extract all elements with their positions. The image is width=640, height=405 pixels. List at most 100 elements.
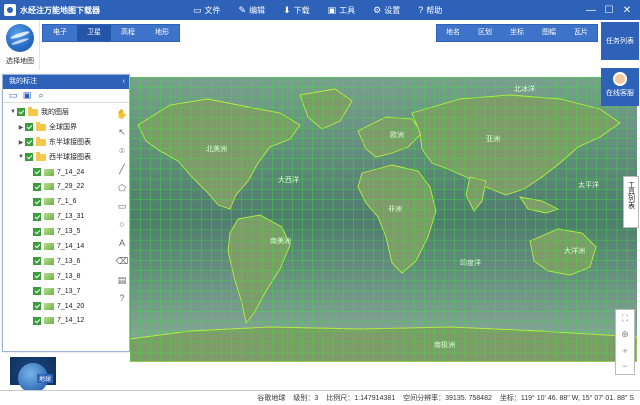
select-arrow-icon[interactable]: ↖ <box>118 123 126 141</box>
zoom-out-icon[interactable]: − <box>622 361 627 371</box>
tree-item-label: 7_13_31 <box>57 213 85 221</box>
tree-layer-row[interactable]: 7_13_5 <box>3 224 111 239</box>
tree-layer-row[interactable]: 7_13_7 <box>3 284 111 299</box>
satellite-world-map[interactable]: 北冰洋 北美洲 欧洲 亚洲 大西洋 太平洋 非洲 南美洲 印度洋 大洋洲 南极洲 <box>130 77 637 362</box>
support-avatar-icon <box>613 72 627 86</box>
help-icon[interactable]: ? <box>119 289 124 307</box>
tree-item-label: 7_13_6 <box>57 257 81 265</box>
layer-checkbox[interactable] <box>33 302 41 311</box>
tree-layer-row[interactable]: 7_14_24 <box>3 165 111 180</box>
tree-layer-row[interactable]: 7_14_14 <box>3 239 111 254</box>
tree-folder-row[interactable]: ▼ 西半球接图表 <box>3 150 111 165</box>
map-tile-icon <box>44 183 54 191</box>
zoom-in-icon[interactable]: + <box>622 346 627 356</box>
layer-checkbox[interactable] <box>33 168 41 176</box>
menu-settings[interactable]: ⚙ 设置 <box>373 0 400 20</box>
tab-elevation[interactable]: 高程 <box>111 25 145 41</box>
tree-layer-row[interactable]: 7_13_8 <box>3 269 111 284</box>
tree-item-label: 7_14_14 <box>57 242 85 250</box>
tab-districts[interactable]: 区划 <box>469 25 501 41</box>
globe-minimap[interactable]: 地球 <box>9 356 57 393</box>
online-service-button[interactable]: 在线客服 <box>601 68 639 106</box>
layer-checkbox[interactable] <box>33 242 41 251</box>
tab-tiles[interactable]: 瓦片 <box>565 25 597 41</box>
text-icon[interactable]: A <box>119 234 125 252</box>
menu-tools[interactable]: ▣ 工具 <box>328 0 356 20</box>
eraser-icon[interactable]: ⌫ <box>116 252 129 270</box>
tab-sheets[interactable]: 图幅 <box>533 25 565 41</box>
tree-layer-row[interactable]: 7_1_6 <box>3 194 111 209</box>
tab-electronic[interactable]: 电子 <box>43 25 77 41</box>
tree-layer-row[interactable]: 7_14_20 <box>3 299 111 314</box>
task-list-button[interactable]: 任务列表 <box>601 22 639 60</box>
tool-list-button[interactable]: 工具列表 <box>623 176 639 228</box>
map-label-antarctica: 南极洲 <box>434 340 455 349</box>
save-icon[interactable]: ▣ <box>20 90 34 101</box>
tab-placenames[interactable]: 地名 <box>437 25 469 41</box>
map-tile-icon <box>44 228 54 236</box>
layer-checkbox[interactable] <box>33 182 41 191</box>
folder-icon <box>36 121 46 131</box>
fullscreen-icon[interactable]: ⛶ <box>622 313 628 324</box>
layer-checkbox[interactable] <box>25 138 33 147</box>
layer-checkbox[interactable] <box>33 212 41 221</box>
maximize-icon[interactable]: ☐ <box>600 5 618 16</box>
layer-checkbox[interactable] <box>25 153 33 162</box>
circle-icon[interactable]: ○ <box>119 215 124 233</box>
menu-file[interactable]: ▭ 文件 <box>193 0 221 20</box>
marker-icon[interactable]: ⌾ <box>119 142 124 160</box>
pan-hand-icon[interactable]: ✋ <box>116 105 127 123</box>
layer-checkbox[interactable] <box>33 272 41 281</box>
close-icon[interactable]: ✕ <box>618 5 636 16</box>
map-selector[interactable]: 选择地图 <box>0 20 40 70</box>
layer-checkbox[interactable] <box>33 316 41 325</box>
tool-list-label: 工具列表 <box>627 181 635 209</box>
tab-terrain[interactable]: 地形 <box>145 25 179 41</box>
expand-down-icon[interactable]: ▼ <box>9 109 17 115</box>
layer-checkbox[interactable] <box>25 123 33 132</box>
title-bar: 水经注万能地图下载器 ▭ 文件 ✎ 编辑 ⬇ 下载 ▣ 工具 ⚙ 设置 ? 帮助 — ☐ ✕ <box>0 0 640 20</box>
status-bar: 谷歌地球 级别：3 比例尺：1:147914381 空间分辨率：39135. 7… <box>0 390 640 405</box>
map-label-arctic: 北冰洋 <box>514 84 535 93</box>
tree-layer-row[interactable]: 7_29_22 <box>3 179 111 194</box>
expand-right-icon[interactable]: ▶ <box>17 124 25 131</box>
tree-item-label: 7_14_20 <box>57 302 85 310</box>
map-canvas[interactable]: 北冰洋 北美洲 欧洲 亚洲 大西洋 太平洋 非洲 南美洲 印度洋 大洋洲 南极洲 <box>40 20 640 388</box>
map-tile-icon <box>44 213 54 221</box>
map-label-north-america: 北美洲 <box>206 144 227 153</box>
expand-right-icon[interactable]: ▶ <box>17 139 25 146</box>
layer-checkbox[interactable] <box>17 108 25 117</box>
collapse-icon[interactable]: ‹ <box>123 75 125 89</box>
help-icon: ? <box>418 5 424 15</box>
draw-toolbar: ✋ ↖ ⌾ ╱ ⬠ ▭ ○ A ⌫ ▤ ? <box>114 105 130 307</box>
tab-coordinates[interactable]: 坐标 <box>501 25 533 41</box>
locate-icon[interactable]: ⊕ <box>621 329 629 340</box>
map-tile-icon <box>44 317 54 325</box>
menu-help[interactable]: ? 帮助 <box>418 0 442 20</box>
status-source: 谷歌地球 <box>257 395 286 402</box>
tree-layer-row[interactable]: 7_13_31 <box>3 209 111 224</box>
open-folder-icon[interactable]: ▭ <box>6 90 20 101</box>
tree-layer-row[interactable]: 7_14_12 <box>3 313 111 328</box>
layer-checkbox[interactable] <box>33 257 41 266</box>
tree-folder-row[interactable]: ▶ 全球国界 <box>3 120 111 135</box>
minimize-icon[interactable]: — <box>582 5 600 16</box>
menu-download[interactable]: ⬇ 下载 <box>283 0 310 20</box>
tree-item-label: 东半球接图表 <box>49 139 91 147</box>
map-tile-icon <box>44 302 54 310</box>
line-icon[interactable]: ╱ <box>119 160 124 178</box>
tree-folder-row[interactable]: ▼ 我的图层 <box>3 105 111 120</box>
polygon-icon[interactable]: ⬠ <box>118 179 126 197</box>
rectangle-icon[interactable]: ▭ <box>118 197 127 215</box>
panel-header: 我的标注 ‹ <box>3 75 129 89</box>
layers-icon[interactable]: ▤ <box>118 271 127 289</box>
layer-checkbox[interactable] <box>33 287 41 296</box>
menu-edit[interactable]: ✎ 编辑 <box>239 0 266 20</box>
layer-checkbox[interactable] <box>33 197 41 206</box>
tab-satellite[interactable]: 卫星 <box>77 25 111 41</box>
tree-layer-row[interactable]: 7_13_6 <box>3 254 111 269</box>
tree-folder-row[interactable]: ▶ 东半球接图表 <box>3 135 111 150</box>
layer-checkbox[interactable] <box>33 227 41 236</box>
expand-down-icon[interactable]: ▼ <box>17 154 25 160</box>
search-icon[interactable]: ⌕ <box>34 90 48 101</box>
